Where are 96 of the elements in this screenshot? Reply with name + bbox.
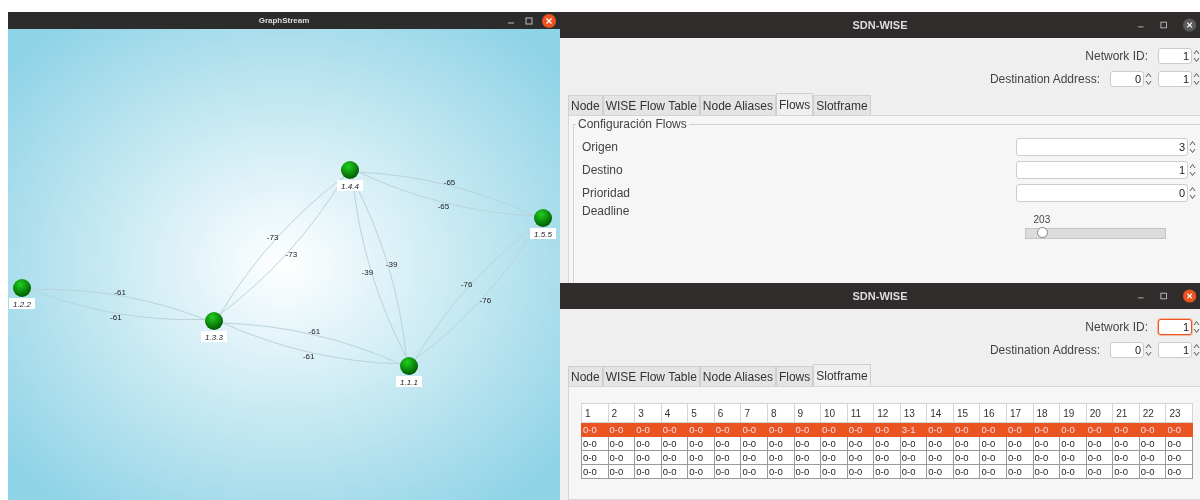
spinner-arrows-icon[interactable] xyxy=(1193,341,1200,358)
node-label: 1.5.5 xyxy=(530,228,556,239)
column-header[interactable]: 3 xyxy=(634,403,662,423)
tab[interactable]: Flows xyxy=(775,366,814,386)
edge-label: -61 xyxy=(302,351,315,361)
graph-node[interactable] xyxy=(400,357,418,375)
field-label: Destination Address: xyxy=(989,71,1100,86)
field-label: Origen xyxy=(582,139,619,154)
number-field[interactable]: 1 xyxy=(1158,318,1192,335)
spinner-arrows-icon[interactable] xyxy=(1145,341,1152,358)
column-header[interactable]: 14 xyxy=(926,403,954,423)
node-label: 1.4.4 xyxy=(337,180,363,191)
column-header[interactable]: 1 xyxy=(581,403,609,423)
edge-label: -39 xyxy=(385,260,398,270)
tab[interactable]: Node Aliases xyxy=(699,95,776,115)
field-label: Prioridad xyxy=(582,185,631,200)
graph-node[interactable] xyxy=(534,209,552,227)
edge-label: -65 xyxy=(443,177,456,187)
column-header[interactable]: 19 xyxy=(1059,403,1087,423)
column-header[interactable]: 20 xyxy=(1086,403,1113,423)
field-label: Network ID: xyxy=(1085,319,1148,334)
tab[interactable]: Node xyxy=(568,366,603,386)
column-header[interactable]: 21 xyxy=(1112,403,1140,423)
window-title: SDN-WISE xyxy=(852,19,908,31)
column-header[interactable]: 8 xyxy=(767,403,794,423)
spinner-arrows-icon[interactable] xyxy=(1193,47,1200,64)
close-icon[interactable] xyxy=(1182,18,1196,32)
edge-label: -73 xyxy=(266,233,279,243)
field-label: Destino xyxy=(582,162,623,177)
column-header[interactable]: 22 xyxy=(1139,403,1166,423)
spinner-arrows-icon[interactable] xyxy=(1189,184,1196,201)
window-title: GraphStream xyxy=(258,16,310,25)
spinner-arrows-icon[interactable] xyxy=(1193,70,1200,87)
slider-thumb[interactable] xyxy=(1036,227,1048,238)
table-row[interactable]: 0-0 0-0 0-0 0-0 0-0 0-0 0-0 0-0 0-0 0-0 0-0 0-0 0-0 0-0 0-0 0-0 0-0 0-0 0-0 0-0 0-0 0-0 0-0 xyxy=(581,450,1193,465)
close-icon[interactable] xyxy=(1182,289,1196,303)
column-header[interactable]: 4 xyxy=(661,403,688,423)
column-header[interactable]: 17 xyxy=(1006,403,1034,423)
node-label: 1.2.2 xyxy=(9,298,35,309)
column-header[interactable]: 16 xyxy=(979,403,1007,423)
group-title: Configuración Flows xyxy=(576,117,689,131)
table-row[interactable]: 0-0 0-0 0-0 0-0 0-0 0-0 0-0 0-0 0-0 0-0 0-0 0-0 0-0 0-0 0-0 0-0 0-0 0-0 0-0 0-0 0-0 0-0 0-0 xyxy=(581,436,1193,451)
spinner-arrows-icon[interactable] xyxy=(1189,161,1196,178)
column-header[interactable]: 7 xyxy=(740,403,768,423)
column-header[interactable]: 10 xyxy=(820,403,848,423)
edge-label: -65 xyxy=(437,202,450,212)
column-header[interactable]: 15 xyxy=(953,403,980,423)
edge-label: -61 xyxy=(114,288,126,298)
maximize-icon[interactable] xyxy=(1159,20,1169,30)
column-header[interactable]: 12 xyxy=(873,403,901,423)
slider-value: 203 xyxy=(1032,214,1052,225)
number-field[interactable]: 1 xyxy=(1158,341,1192,358)
maximize-icon[interactable] xyxy=(1159,291,1169,301)
number-field[interactable]: 1 xyxy=(1158,70,1192,87)
number-field[interactable]: 3 xyxy=(1016,137,1188,156)
column-header[interactable]: 9 xyxy=(794,403,821,423)
node-label: 1.1.1 xyxy=(396,376,422,387)
edge-label: -76 xyxy=(479,296,492,306)
field-label: Network ID: xyxy=(1085,48,1148,63)
tab[interactable]: Flows xyxy=(775,93,814,115)
graph-node[interactable] xyxy=(341,161,359,179)
column-header[interactable]: 23 xyxy=(1165,403,1193,423)
column-header[interactable]: 18 xyxy=(1033,403,1060,423)
tab[interactable]: Node Aliases xyxy=(699,366,776,386)
number-field[interactable]: 0 xyxy=(1110,70,1144,87)
window-title: SDN-WISE xyxy=(852,290,908,302)
tab[interactable]: WISE Flow Table xyxy=(602,95,700,115)
tab[interactable]: Node xyxy=(568,95,603,115)
number-field[interactable]: 0 xyxy=(1110,341,1144,358)
close-icon[interactable] xyxy=(542,13,556,28)
table-row[interactable]: 0-0 0-0 0-0 0-0 0-0 0-0 0-0 0-0 0-0 0-0 0-0 0-0 0-0 0-0 0-0 0-0 0-0 0-0 0-0 0-0 0-0 0-0 0-0 xyxy=(581,464,1193,479)
column-header[interactable]: 2 xyxy=(608,403,635,423)
spinner-arrows-icon[interactable] xyxy=(1189,138,1196,155)
edge-label: -61 xyxy=(308,327,321,337)
number-field[interactable]: 1 xyxy=(1158,47,1192,64)
graph-node[interactable] xyxy=(205,312,223,330)
spinner-arrows-icon[interactable] xyxy=(1193,318,1200,335)
field-label: Deadline xyxy=(582,204,630,218)
tab[interactable]: Slotframe xyxy=(813,364,871,386)
column-header[interactable]: 13 xyxy=(900,403,927,423)
tab[interactable]: Slotframe xyxy=(813,95,871,115)
edge-label: -61 xyxy=(110,312,122,322)
column-header[interactable]: 11 xyxy=(847,403,874,423)
edge-label: -39 xyxy=(361,267,374,277)
number-field[interactable]: 0 xyxy=(1016,183,1188,202)
field-label: Destination Address: xyxy=(989,342,1100,357)
edge-label: -76 xyxy=(460,279,473,289)
number-field[interactable]: 1 xyxy=(1016,160,1188,179)
column-header[interactable]: 6 xyxy=(714,403,741,423)
tab[interactable]: WISE Flow Table xyxy=(602,366,700,386)
edge-label: -73 xyxy=(285,249,298,259)
node-label: 1.3.3 xyxy=(201,331,227,342)
maximize-icon[interactable] xyxy=(524,15,534,26)
spinner-arrows-icon[interactable] xyxy=(1145,70,1152,87)
graph-node[interactable] xyxy=(13,279,31,297)
column-header[interactable]: 5 xyxy=(687,403,715,423)
